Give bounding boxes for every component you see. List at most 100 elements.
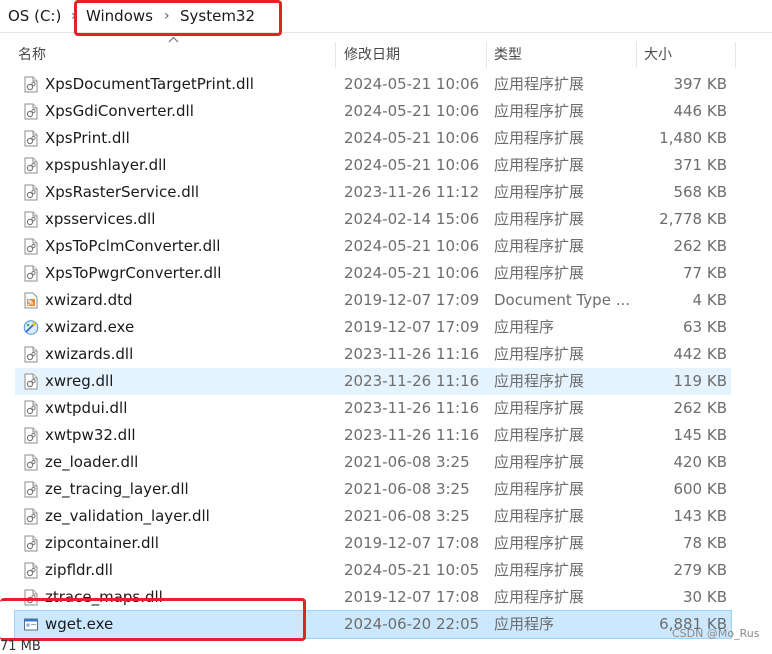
file-size: 30 KB — [683, 588, 727, 606]
dll-icon — [23, 157, 39, 174]
file-row[interactable]: XpsGdiConverter.dll 2024-05-21 10:06 应用程序扩… — [15, 98, 731, 125]
dll-icon — [23, 346, 39, 363]
file-type: 应用程序扩展 — [494, 399, 585, 417]
breadcrumb-item-system32[interactable]: System32 — [180, 6, 255, 26]
file-row[interactable]: xwtpdui.dll 2023-11-26 11:16 应用程序扩展 262 KB — [15, 395, 731, 422]
file-size: 420 KB — [673, 453, 727, 471]
chevron-right-icon[interactable]: › — [71, 6, 77, 26]
file-type: 应用程序扩展 — [494, 453, 585, 471]
file-type: 应用程序扩展 — [494, 75, 585, 93]
file-name: xwreg.dll — [45, 372, 114, 390]
column-divider[interactable] — [486, 42, 487, 68]
file-row[interactable]: xwizard.exe 2019-12-07 17:09 应用程序 63 KB — [15, 314, 731, 341]
file-name: xpspushlayer.dll — [45, 156, 167, 174]
file-name: zipfldr.dll — [45, 561, 113, 579]
file-size: 279 KB — [673, 561, 727, 579]
file-name: xwizards.dll — [45, 345, 134, 363]
file-row[interactable]: XpsRasterService.dll 2023-11-26 11:12 应用程序… — [15, 179, 731, 206]
file-name: xwtpdui.dll — [45, 399, 128, 417]
file-type: 应用程序扩展 — [494, 507, 585, 525]
file-row[interactable]: XpsPrint.dll 2024-05-21 10:06 应用程序扩展 1,480 … — [15, 125, 731, 152]
file-size: 63 KB — [683, 318, 727, 336]
dll-icon — [23, 400, 39, 417]
column-divider[interactable] — [636, 42, 637, 68]
column-header-name[interactable]: 名称 — [18, 40, 46, 70]
file-row[interactable]: XpsDocumentTargetPrint.dll 2024-05-21 10:… — [15, 71, 731, 98]
file-row[interactable]: XpsToPwgrConverter.dll 2024-05-21 10:06 应用… — [15, 260, 731, 287]
file-modified-date: 2023-11-26 11:16 — [344, 372, 480, 390]
wizard-exe-icon — [23, 319, 39, 336]
column-header-size[interactable]: 大小 — [644, 40, 672, 70]
file-size: 397 KB — [673, 75, 727, 93]
file-name: xpsservices.dll — [45, 210, 156, 228]
file-modified-date: 2023-11-26 11:16 — [344, 399, 480, 417]
file-row[interactable]: zipcontainer.dll 2019-12-07 17:08 应用程序扩展 78… — [15, 530, 731, 557]
file-type: 应用程序扩展 — [494, 345, 585, 363]
column-header-type[interactable]: 类型 — [494, 40, 522, 70]
file-modified-date: 2021-06-08 3:25 — [344, 453, 470, 471]
dll-icon — [23, 211, 39, 228]
file-row[interactable]: xwizards.dll 2023-11-26 11:16 应用程序扩展 442 KB — [15, 341, 731, 368]
file-name: xwizard.dtd — [45, 291, 133, 309]
file-size: 4 KB — [692, 291, 727, 309]
file-name: ze_loader.dll — [45, 453, 139, 471]
file-type: 应用程序扩展 — [494, 102, 585, 120]
file-name: xwizard.exe — [45, 318, 135, 336]
file-row[interactable]: ze_loader.dll 2021-06-08 3:25 应用程序扩展 420 KB — [15, 449, 731, 476]
file-row[interactable]: XpsToPclmConverter.dll 2024-05-21 10:06 应用… — [15, 233, 731, 260]
file-size: 262 KB — [673, 399, 727, 417]
file-name: XpsToPclmConverter.dll — [45, 237, 221, 255]
file-size: 600 KB — [673, 480, 727, 498]
file-name: ze_validation_layer.dll — [45, 507, 210, 525]
file-name: XpsToPwgrConverter.dll — [45, 264, 222, 282]
column-header-date[interactable]: 修改日期 — [344, 40, 400, 70]
dll-icon — [23, 238, 39, 255]
breadcrumb-item-os-c[interactable]: OS (C:) — [8, 6, 61, 26]
file-type: 应用程序扩展 — [494, 237, 585, 255]
file-modified-date: 2024-05-21 10:06 — [344, 129, 480, 147]
file-modified-date: 2024-05-21 10:05 — [344, 561, 480, 579]
dll-icon — [23, 535, 39, 552]
file-type: 应用程序扩展 — [494, 372, 585, 390]
file-row[interactable]: ze_tracing_layer.dll 2021-06-08 3:25 应用程序扩… — [15, 476, 731, 503]
file-type: 应用程序 — [494, 615, 555, 633]
file-modified-date: 2024-02-14 15:06 — [344, 210, 480, 228]
dll-icon — [23, 427, 39, 444]
file-type: 应用程序扩展 — [494, 183, 585, 201]
file-modified-date: 2024-05-21 10:06 — [344, 102, 480, 120]
column-divider[interactable] — [735, 42, 736, 68]
file-row[interactable]: xpspushlayer.dll 2024-05-21 10:06 应用程序扩展 37… — [15, 152, 731, 179]
file-row[interactable]: xwizard.dtd 2019-12-07 17:09 Document Type… — [15, 287, 731, 314]
file-size: 1,480 KB — [659, 129, 727, 147]
chevron-right-icon[interactable]: › — [164, 6, 170, 26]
file-type: Document Type ... — [494, 291, 631, 309]
dll-icon — [23, 562, 39, 579]
dll-icon — [23, 184, 39, 201]
file-modified-date: 2021-06-08 3:25 — [344, 480, 470, 498]
rss-document-icon — [23, 292, 39, 309]
file-type: 应用程序扩展 — [494, 156, 585, 174]
file-row[interactable]: zipfldr.dll 2024-05-21 10:05 应用程序扩展 279 KB — [15, 557, 731, 584]
dll-icon — [23, 508, 39, 525]
file-row[interactable]: xpsservices.dll 2024-02-14 15:06 应用程序扩展 2,7… — [15, 206, 731, 233]
address-bar[interactable]: OS (C:) › Windows › System32 — [0, 0, 772, 33]
column-divider[interactable] — [335, 42, 336, 68]
file-modified-date: 2024-06-20 22:05 — [344, 615, 480, 633]
file-type: 应用程序 — [494, 318, 555, 336]
file-size: 371 KB — [673, 156, 727, 174]
file-modified-date: 2023-11-26 11:16 — [344, 426, 480, 444]
file-type: 应用程序扩展 — [494, 480, 585, 498]
file-type: 应用程序扩展 — [494, 129, 585, 147]
file-row[interactable]: ze_validation_layer.dll 2021-06-08 3:25 应用… — [15, 503, 731, 530]
file-name: XpsGdiConverter.dll — [45, 102, 194, 120]
file-name: zipcontainer.dll — [45, 534, 159, 552]
file-row[interactable]: xwreg.dll 2023-11-26 11:16 应用程序扩展 119 KB — [15, 368, 731, 395]
file-name: XpsPrint.dll — [45, 129, 130, 147]
file-modified-date: 2021-06-08 3:25 — [344, 507, 470, 525]
file-size: 568 KB — [673, 183, 727, 201]
file-type: 应用程序扩展 — [494, 561, 585, 579]
file-row[interactable]: xwtpw32.dll 2023-11-26 11:16 应用程序扩展 145 KB — [15, 422, 731, 449]
column-header-row: 名称 修改日期 类型 大小 — [0, 40, 772, 70]
breadcrumb-item-windows[interactable]: Windows — [86, 6, 153, 26]
file-size: 119 KB — [673, 372, 727, 390]
